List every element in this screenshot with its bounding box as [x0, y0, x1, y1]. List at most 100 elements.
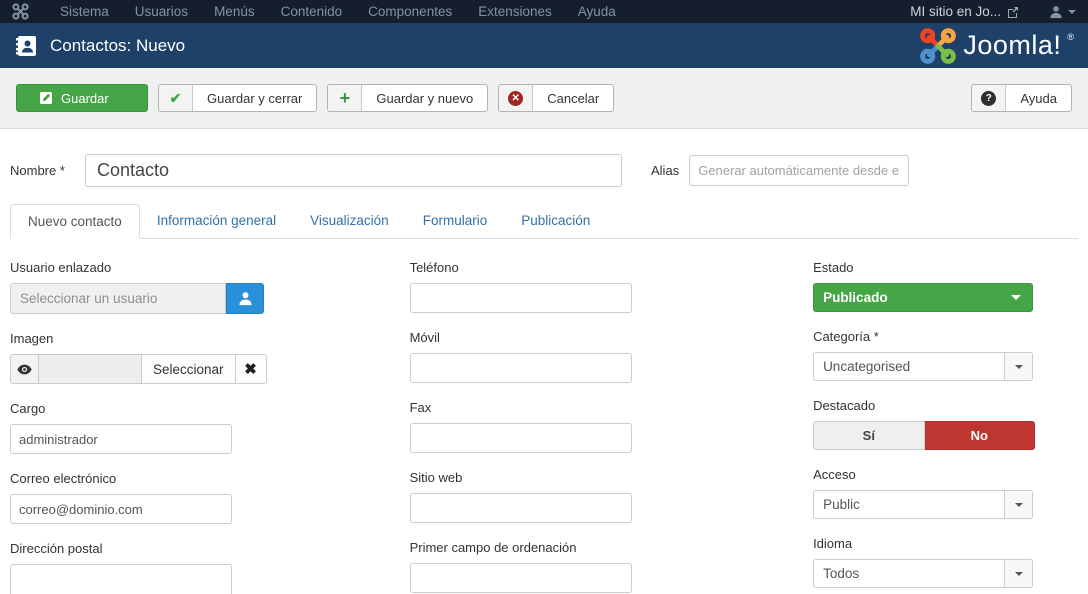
address-label: Dirección postal	[10, 541, 103, 556]
help-button[interactable]: ? Ayuda	[971, 84, 1072, 112]
form-tabs: Nuevo contacto Información general Visua…	[10, 204, 1078, 239]
field-language: Idioma Todos	[813, 536, 1078, 588]
email-field[interactable]	[10, 494, 232, 524]
image-select-button[interactable]: Seleccionar	[142, 354, 236, 384]
toolbar: Guardar ✔ Guardar y cerrar + Guardar y n…	[0, 68, 1088, 129]
save-new-button-label: Guardar y nuevo	[376, 90, 474, 106]
save-button[interactable]: Guardar	[16, 84, 148, 112]
nav-item-componentes[interactable]: Componentes	[355, 4, 465, 19]
site-link-label: MI sitio en Jo...	[910, 4, 1001, 19]
select-caret-button[interactable]	[1004, 491, 1033, 518]
tab-publicacion[interactable]: Publicación	[504, 204, 607, 239]
mobile-input[interactable]	[409, 353, 632, 383]
nav-item-usuarios[interactable]: Usuarios	[122, 4, 201, 19]
field-website: Sitio web	[409, 470, 803, 523]
status-select[interactable]: Publicado	[813, 283, 1034, 312]
admin-navbar: Sistema Usuarios Menús Contenido Compone…	[0, 0, 1088, 23]
column-middle: Teléfono Móvil Fax Sitio web Primer camp…	[400, 260, 803, 594]
joomla-brand-icon[interactable]	[12, 3, 29, 20]
tab-formulario[interactable]: Formulario	[406, 204, 505, 239]
field-featured: Destacado Sí No	[813, 398, 1078, 450]
user-icon	[238, 292, 252, 306]
save-new-button[interactable]: + Guardar y nuevo	[327, 84, 489, 112]
field-address: Dirección postal	[10, 541, 400, 594]
nav-item-sistema[interactable]: Sistema	[47, 4, 122, 19]
language-value: Todos	[823, 566, 860, 581]
image-group: Seleccionar ✖	[10, 354, 400, 384]
field-status: Estado Publicado	[813, 260, 1078, 312]
address-textarea[interactable]	[10, 564, 232, 594]
featured-toggle: Sí No	[813, 421, 1036, 450]
check-icon: ✔	[159, 85, 193, 111]
cancel-button-label: Cancelar	[547, 90, 600, 106]
website-label: Sitio web	[409, 470, 463, 485]
field-image: Imagen Seleccionar ✖	[10, 331, 400, 384]
joomla-logo-icon	[920, 27, 957, 64]
access-label: Acceso	[813, 467, 856, 482]
page-header: Contactos: Nuevo Joomla! ®	[0, 23, 1088, 68]
toolbar-button-group: Guardar ✔ Guardar y cerrar + Guardar y n…	[16, 84, 615, 112]
linked-user-input[interactable]: Seleccionar un usuario	[10, 283, 226, 314]
alias-label: Alias	[651, 163, 680, 178]
field-email: Correo electrónico	[10, 471, 400, 524]
save-button-label: Guardar	[61, 90, 109, 106]
phone-input[interactable]	[409, 283, 632, 313]
select-caret-button[interactable]	[1004, 353, 1033, 380]
category-label: Categoría *	[813, 329, 879, 344]
nav-item-ayuda[interactable]: Ayuda	[565, 4, 629, 19]
name-input[interactable]	[85, 154, 622, 187]
mobile-label: Móvil	[409, 330, 440, 345]
name-label: Nombre *	[10, 163, 65, 178]
name-alias-row: Nombre * Alias	[10, 154, 1078, 187]
chevron-down-icon	[1014, 502, 1023, 507]
nav-item-extensiones[interactable]: Extensiones	[465, 4, 565, 19]
cancel-icon: ✕	[499, 85, 534, 111]
status-label: Estado	[813, 260, 854, 275]
preview-eye-button[interactable]	[10, 354, 39, 384]
user-icon	[1050, 5, 1062, 18]
navbar-menu: Sistema Usuarios Menús Contenido Compone…	[47, 4, 629, 19]
preview-site-link[interactable]: MI sitio en Jo...	[910, 4, 1019, 19]
language-label: Idioma	[813, 536, 853, 551]
form-columns: Usuario enlazado Seleccionar un usuario …	[10, 239, 1078, 594]
access-select[interactable]: Public	[813, 490, 1034, 519]
external-link-icon	[1007, 6, 1019, 18]
eye-icon	[17, 364, 32, 374]
chevron-down-icon	[1068, 9, 1076, 14]
language-select[interactable]: Todos	[813, 559, 1034, 588]
position-input[interactable]	[10, 424, 232, 454]
access-value: Public	[823, 497, 860, 512]
field-sort: Primer campo de ordenación	[409, 540, 803, 593]
cancel-button[interactable]: ✕ Cancelar	[498, 84, 615, 112]
tab-informacion-general[interactable]: Información general	[140, 204, 293, 239]
alias-input[interactable]	[689, 155, 910, 186]
field-fax: Fax	[409, 400, 803, 453]
help-icon: ?	[972, 85, 1007, 111]
tab-visualizacion[interactable]: Visualización	[293, 204, 406, 239]
featured-yes-button[interactable]: Sí	[813, 421, 925, 450]
logo-registered-mark: ®	[1067, 31, 1074, 42]
field-phone: Teléfono	[409, 260, 803, 313]
joomla-logo-text: Joomla!	[963, 30, 1062, 60]
featured-no-button[interactable]: No	[924, 421, 1036, 450]
website-input[interactable]	[409, 493, 632, 523]
category-value: Uncategorised	[823, 359, 911, 374]
sort-field-label: Primer campo de ordenación	[409, 540, 577, 555]
nav-item-contenido[interactable]: Contenido	[268, 4, 356, 19]
image-clear-button[interactable]: ✖	[235, 354, 267, 384]
save-icon	[17, 85, 53, 111]
page-title: Contactos: Nuevo	[50, 35, 186, 55]
tab-nuevo-contacto[interactable]: Nuevo contacto	[10, 204, 140, 239]
select-user-button[interactable]	[226, 283, 264, 314]
select-caret-button[interactable]	[1004, 560, 1033, 587]
fax-label: Fax	[409, 400, 432, 415]
image-path-input[interactable]	[39, 354, 142, 384]
save-close-button[interactable]: ✔ Guardar y cerrar	[158, 84, 318, 112]
phone-label: Teléfono	[409, 260, 459, 275]
sort-field-input[interactable]	[409, 563, 632, 593]
user-menu[interactable]	[1049, 5, 1076, 19]
fax-input[interactable]	[409, 423, 632, 453]
nav-item-menus[interactable]: Menús	[201, 4, 268, 19]
category-select[interactable]: Uncategorised	[813, 352, 1034, 381]
help-button-label: Ayuda	[1020, 90, 1057, 106]
